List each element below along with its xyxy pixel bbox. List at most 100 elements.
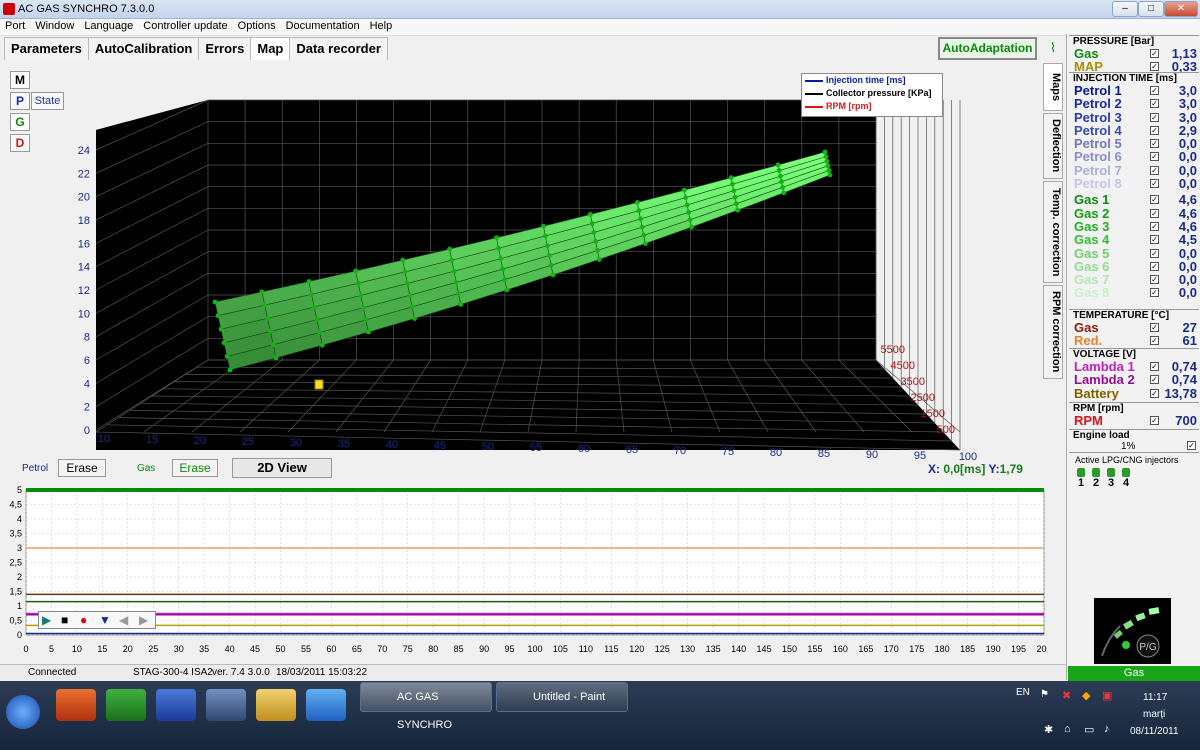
voltage-checkbox[interactable]: ✓ bbox=[1150, 388, 1159, 398]
gas-injection-checkbox[interactable]: ✓ bbox=[1150, 288, 1159, 298]
2d-view-button[interactable]: 2D View bbox=[232, 458, 332, 478]
taskbar-button-acgas[interactable]: AC GAS SYNCHRO bbox=[360, 682, 492, 731]
map-point[interactable] bbox=[642, 241, 648, 246]
vtab-rpm-correction[interactable]: RPM correction bbox=[1043, 285, 1063, 379]
usb-icon[interactable]: ⌂ bbox=[1064, 723, 1071, 735]
map-point[interactable] bbox=[353, 268, 359, 274]
cursor-marker[interactable] bbox=[314, 379, 324, 390]
excel-icon[interactable] bbox=[106, 689, 146, 721]
petrol-injection-checkbox[interactable]: ✓ bbox=[1150, 86, 1159, 95]
map-point[interactable] bbox=[262, 302, 268, 308]
map-point[interactable] bbox=[825, 163, 831, 169]
petrol-injection-checkbox[interactable]: ✓ bbox=[1150, 139, 1159, 149]
map-point[interactable] bbox=[781, 190, 787, 196]
map-point[interactable] bbox=[317, 330, 323, 335]
gas-injection-checkbox[interactable]: ✓ bbox=[1150, 261, 1159, 271]
petrol-injection-checkbox[interactable]: ✓ bbox=[1150, 152, 1159, 162]
map-point[interactable] bbox=[776, 168, 782, 173]
map-point[interactable] bbox=[733, 201, 739, 207]
tab-data-recorder[interactable]: Data recorder bbox=[289, 37, 388, 60]
mode-m-button[interactable]: M bbox=[10, 71, 30, 89]
taskbar-button-paint[interactable]: Untitled - Paint bbox=[496, 682, 628, 712]
mode-d-button[interactable]: D bbox=[10, 134, 30, 152]
erase-petrol-button[interactable]: Erase bbox=[58, 459, 106, 477]
maximize-button[interactable]: □ bbox=[1138, 1, 1164, 17]
recorder-2d-plot[interactable]: 0 0,5 1 1,5 2 2,5 3 3,5 4 4,5 5 0 5 10 15 20 25 30 35 40 45… bbox=[4, 485, 1047, 660]
map-point[interactable] bbox=[311, 304, 317, 310]
map-point[interactable] bbox=[544, 243, 550, 249]
map-point[interactable] bbox=[687, 217, 693, 223]
map-point[interactable] bbox=[447, 246, 453, 252]
erase-gas-button[interactable]: Erase bbox=[172, 459, 218, 477]
mode-p-button[interactable]: P bbox=[10, 92, 30, 110]
map-point[interactable] bbox=[409, 304, 415, 310]
menu-port[interactable]: Port bbox=[0, 19, 30, 33]
pressure-checkbox[interactable]: ✓ bbox=[1150, 49, 1159, 58]
map-point[interactable] bbox=[826, 168, 832, 173]
map-point[interactable] bbox=[360, 305, 366, 311]
map-point[interactable] bbox=[732, 194, 738, 200]
shield-icon[interactable]: ◆ bbox=[1082, 689, 1090, 702]
map-point[interactable] bbox=[268, 329, 273, 334]
tab-parameters[interactable]: Parameters bbox=[4, 37, 89, 60]
gas-injection-checkbox[interactable]: ✓ bbox=[1150, 195, 1159, 205]
menu-controller-update[interactable]: Controller update bbox=[138, 19, 232, 33]
map-point[interactable] bbox=[824, 158, 830, 164]
map-point[interactable] bbox=[542, 233, 548, 239]
map-point[interactable] bbox=[504, 287, 510, 293]
map-point[interactable] bbox=[265, 315, 271, 321]
map-point[interactable] bbox=[735, 207, 741, 213]
vtab-maps[interactable]: Maps bbox=[1043, 63, 1063, 111]
gas-injection-checkbox[interactable]: ✓ bbox=[1150, 275, 1159, 285]
map-point[interactable] bbox=[405, 281, 410, 286]
petrol-injection-checkbox[interactable]: ✓ bbox=[1150, 179, 1159, 189]
map-point[interactable] bbox=[681, 187, 687, 193]
record-icon[interactable]: ● bbox=[80, 613, 87, 627]
map-point[interactable] bbox=[822, 149, 828, 155]
tab-map[interactable]: Map bbox=[250, 37, 291, 60]
play-icon[interactable]: ▶ bbox=[42, 613, 51, 627]
menu-window[interactable]: Window bbox=[30, 19, 79, 33]
map-point[interactable] bbox=[494, 235, 499, 241]
map-point[interactable] bbox=[218, 326, 224, 332]
map-point[interactable] bbox=[259, 289, 265, 295]
map-point[interactable] bbox=[827, 172, 833, 178]
bluetooth-icon[interactable]: ✱ bbox=[1044, 723, 1053, 736]
voltage-checkbox[interactable]: ✓ bbox=[1150, 362, 1159, 371]
petrol-injection-checkbox[interactable]: ✓ bbox=[1150, 99, 1159, 109]
map-point[interactable] bbox=[319, 342, 325, 348]
start-button[interactable] bbox=[6, 695, 40, 729]
engine-load-checkbox[interactable]: ✓ bbox=[1187, 441, 1196, 450]
gas-injection-checkbox[interactable]: ✓ bbox=[1150, 221, 1159, 231]
map-point[interactable] bbox=[730, 181, 735, 187]
pressure-checkbox[interactable]: ✓ bbox=[1150, 62, 1159, 72]
map-point[interactable] bbox=[363, 317, 369, 323]
map-point[interactable] bbox=[775, 162, 781, 168]
map-point[interactable] bbox=[270, 342, 276, 348]
map-point[interactable] bbox=[407, 292, 413, 298]
map-point[interactable] bbox=[451, 268, 457, 274]
map-point[interactable] bbox=[686, 209, 692, 215]
powerpoint-icon[interactable] bbox=[56, 689, 96, 721]
voltage-checkbox[interactable]: ✓ bbox=[1150, 375, 1159, 385]
folder-icon[interactable] bbox=[256, 689, 296, 721]
prev-icon[interactable]: ◀ bbox=[119, 613, 128, 627]
minimize-button[interactable]: – bbox=[1112, 1, 1138, 17]
mode-g-button[interactable]: G bbox=[10, 113, 30, 131]
word-icon[interactable] bbox=[156, 689, 196, 721]
autoadaptation-button[interactable]: AutoAdaptation bbox=[938, 37, 1037, 60]
clock-day[interactable]: marți bbox=[1143, 709, 1165, 720]
map-point[interactable] bbox=[309, 291, 314, 297]
clock-time[interactable]: 11:17 bbox=[1143, 692, 1167, 703]
gas-injection-checkbox[interactable]: ✓ bbox=[1150, 208, 1159, 218]
petrol-injection-checkbox[interactable]: ✓ bbox=[1150, 112, 1159, 122]
temperature-checkbox[interactable]: ✓ bbox=[1150, 323, 1159, 332]
map-point[interactable] bbox=[453, 279, 459, 285]
map-point[interactable] bbox=[728, 175, 734, 181]
volume-icon[interactable]: ♪ bbox=[1104, 723, 1110, 735]
map-point[interactable] bbox=[212, 299, 218, 305]
map-point[interactable] bbox=[366, 329, 371, 335]
map-point[interactable] bbox=[358, 293, 364, 298]
pg-switch[interactable]: P/G bbox=[1094, 598, 1171, 664]
map-point[interactable] bbox=[689, 224, 694, 230]
